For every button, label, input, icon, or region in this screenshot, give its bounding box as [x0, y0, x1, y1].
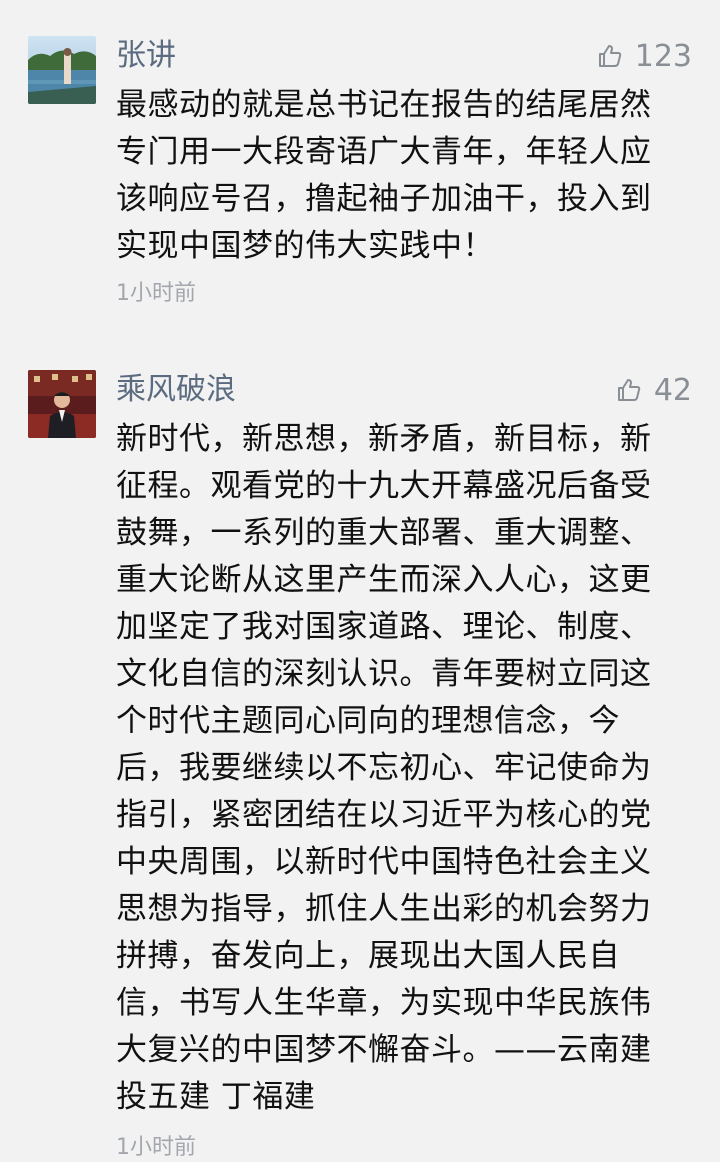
comment-line: 征程。观看党的十九大开幕盛况后备受 — [116, 468, 652, 504]
like-count: 42 — [653, 372, 692, 408]
thumbs-up-icon — [598, 45, 621, 67]
comment-author[interactable]: 乘风破浪 — [116, 372, 236, 408]
thumbs-up-icon — [617, 379, 641, 401]
landscape-photo-avatar — [28, 36, 96, 104]
comment-line: 该响应号召，撸起袖子加油干，投入到 — [116, 181, 652, 217]
comment-line: 实现中国梦的伟大实践中！ — [116, 228, 494, 264]
comment-line: 大复兴的中国梦不懈奋斗。——云南建 — [116, 1032, 652, 1068]
comment-line: 思想为指导，抓住人生出彩的机会努力 — [116, 891, 652, 927]
comment-line: 最感动的就是总书记在报告的结尾居然 — [116, 87, 652, 123]
comment-line: 拼搏，奋发向上，展现出大国人民自 — [116, 938, 620, 974]
comment-line: 投五建 丁福建 — [116, 1079, 316, 1115]
comment-line: 个时代主题同心同向的理想信念，今 — [116, 703, 620, 739]
comment-line: 中央周围，以新时代中国特色社会主义 — [116, 844, 652, 880]
avatar[interactable] — [28, 370, 96, 438]
comment-time: 1小时前 — [116, 1135, 196, 1160]
comment-line: 指引，紧密团结在以习近平为核心的党 — [116, 797, 652, 833]
comment-line: 后，我要继续以不忘初心、牢记使命为 — [116, 750, 652, 786]
like-button[interactable]: 42 — [616, 372, 692, 408]
comment-body: 最感动的就是总书记在报告的结尾居然 专门用一大段寄语广大青年，年轻人应 该响应号… — [116, 82, 684, 270]
comment-time: 1小时前 — [116, 281, 196, 306]
comment-body: 新时代，新思想，新矛盾，新目标，新 征程。观看党的十九大开幕盛况后备受 鼓舞，一… — [116, 416, 684, 1121]
like-button[interactable]: 123 — [597, 38, 692, 74]
comment-line: 重大论断从这里产生而深入人心，这更 — [116, 562, 652, 598]
comment-line: 专门用一大段寄语广大青年，年轻人应 — [116, 134, 652, 170]
comment-author[interactable]: 张讲 — [116, 38, 176, 74]
comment-line: 文化自信的深刻认识。青年要树立同这 — [116, 656, 652, 692]
portrait-photo-avatar — [28, 370, 96, 438]
comment-line: 加坚定了我对国家道路、理论、制度、 — [116, 609, 652, 645]
comment-line: 新时代，新思想，新矛盾，新目标，新 — [116, 421, 652, 457]
comment-line: 信，书写人生华章，为实现中华民族伟 — [116, 985, 652, 1021]
avatar[interactable] — [28, 36, 96, 104]
like-count: 123 — [634, 38, 692, 74]
comment-line: 鼓舞，一系列的重大部署、重大调整、 — [116, 515, 652, 551]
